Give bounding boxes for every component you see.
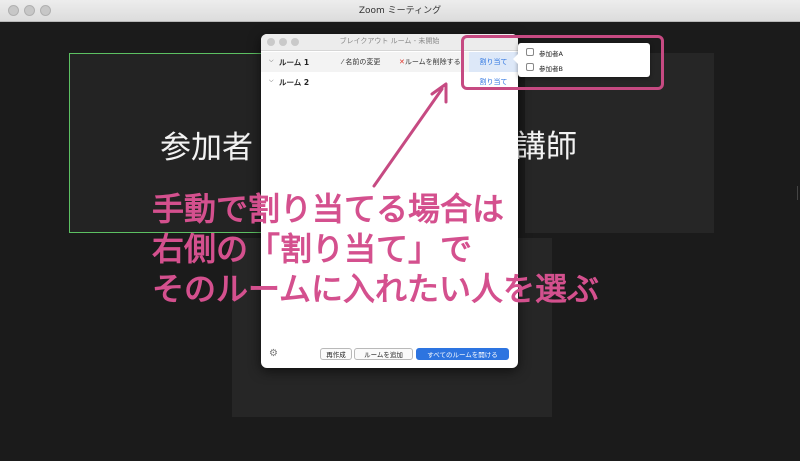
annotation-line-2: 右側の「割り当て」で — [152, 230, 473, 268]
annotation-line-3: そのルームに入れたい人を選ぶ — [152, 270, 600, 308]
zoom-meeting-window: Zoom ミーティング 参加者 講師 ブレイクアウト ルーム - 未開始 ⌵ ル… — [0, 0, 800, 461]
annotation-text: 手動で割り当てる場合は 右側の「割り当て」で そのルームに入れたい人を選ぶ — [152, 189, 599, 309]
annotation-line-1: 手動で割り当てる場合は — [152, 190, 505, 228]
